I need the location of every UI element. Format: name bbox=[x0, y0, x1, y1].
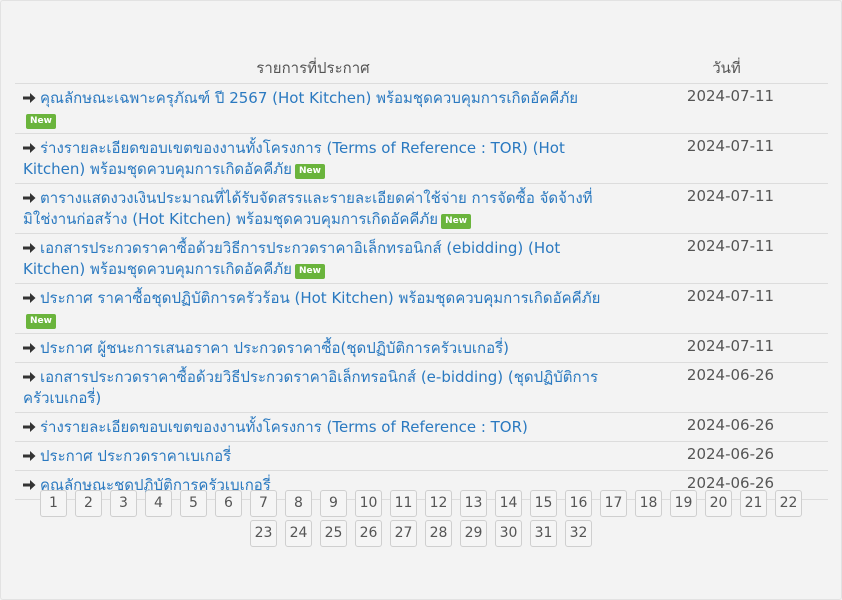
page-button[interactable]: 24 bbox=[285, 520, 312, 547]
announcement-title: ตารางแสดงวงเงินประมาณที่ได้รับจัดสรรและร… bbox=[23, 189, 593, 228]
page-button[interactable]: 5 bbox=[180, 490, 207, 517]
announcement-title: ร่างรายละเอียดขอบเขตของงานทั้งโครงการ (T… bbox=[40, 418, 528, 436]
new-badge: New bbox=[294, 164, 325, 179]
announcement-link[interactable]: ประกาศ ประกวดราคาเบเกอรี่ bbox=[23, 447, 231, 465]
page-button[interactable]: 27 bbox=[390, 520, 417, 547]
arrow-right-icon bbox=[23, 93, 36, 103]
announcement-title: ประกาศ ประกวดราคาเบเกอรี่ bbox=[40, 447, 232, 465]
row-date: 2024-06-26 bbox=[611, 441, 828, 471]
table-row: ตารางแสดงวงเงินประมาณที่ได้รับจัดสรรและร… bbox=[15, 183, 828, 234]
pagination: 1 2 3 4 5 6 7 8 9 10 11 12 13 14 15 16 17 18 19 20 21 2223 24 2… bbox=[21, 490, 821, 550]
arrow-right-icon bbox=[23, 422, 36, 432]
row-title-cell: เอกสารประกวดราคาซื้อด้วยวิธีประกวดราคาอิ… bbox=[15, 362, 611, 413]
page-button[interactable]: 14 bbox=[495, 490, 522, 517]
page-button[interactable]: 25 bbox=[320, 520, 347, 547]
page-button[interactable]: 12 bbox=[425, 490, 452, 517]
announcement-link[interactable]: เอกสารประกวดราคาซื้อด้วยวิธีการประกวดราค… bbox=[23, 239, 560, 278]
table-row: คุณลักษณะเฉพาะครุภัณฑ์ ปี 2567 (Hot Kitc… bbox=[15, 83, 828, 134]
page-button[interactable]: 11 bbox=[390, 490, 417, 517]
row-title-cell: ร่างรายละเอียดขอบเขตของงานทั้งโครงการ (T… bbox=[15, 412, 611, 442]
content-panel: รายการที่ประกาศ วันที่ คุณลักษณะเฉพาะครุ… bbox=[0, 0, 842, 600]
page-button[interactable]: 28 bbox=[425, 520, 452, 547]
row-date: 2024-07-11 bbox=[611, 133, 828, 184]
announcement-link[interactable]: ประกาศ ผู้ชนะการเสนอราคา ประกวดราคาซื้อ(… bbox=[23, 339, 509, 357]
page-button[interactable]: 2 bbox=[75, 490, 102, 517]
arrow-right-icon bbox=[23, 372, 36, 382]
page-button[interactable]: 6 bbox=[215, 490, 242, 517]
header-title-column: รายการที่ประกาศ bbox=[15, 53, 611, 84]
table-row: ประกาศ ผู้ชนะการเสนอราคา ประกวดราคาซื้อ(… bbox=[15, 333, 828, 363]
announcement-link[interactable]: คุณลักษณะเฉพาะครุภัณฑ์ ปี 2567 (Hot Kitc… bbox=[23, 89, 578, 107]
new-badge: New bbox=[26, 314, 56, 329]
announcement-link[interactable]: ตารางแสดงวงเงินประมาณที่ได้รับจัดสรรและร… bbox=[23, 189, 593, 228]
new-badge: New bbox=[26, 114, 56, 129]
new-badge: New bbox=[294, 264, 325, 279]
row-date: 2024-06-26 bbox=[611, 362, 828, 413]
page-button[interactable]: 26 bbox=[355, 520, 382, 547]
announcement-title: ร่างรายละเอียดขอบเขตของงานทั้งโครงการ (T… bbox=[23, 139, 565, 178]
page-button[interactable]: 17 bbox=[600, 490, 627, 517]
announcement-title: ประกาศ ราคาซื้อชุดปฏิบัติการครัวร้อน (Ho… bbox=[40, 289, 601, 307]
page-button[interactable]: 8 bbox=[285, 490, 312, 517]
page-button[interactable]: 22 bbox=[775, 490, 802, 517]
arrow-right-icon bbox=[23, 293, 36, 303]
announcement-list: คุณลักษณะเฉพาะครุภัณฑ์ ปี 2567 (Hot Kitc… bbox=[15, 83, 828, 500]
page-button[interactable]: 3 bbox=[110, 490, 137, 517]
page-button[interactable]: 30 bbox=[495, 520, 522, 547]
page-button[interactable]: 21 bbox=[740, 490, 767, 517]
row-title-cell: ประกาศ ประกวดราคาเบเกอรี่ bbox=[15, 441, 611, 471]
table-row: ร่างรายละเอียดขอบเขตของงานทั้งโครงการ (T… bbox=[15, 412, 828, 442]
arrow-right-icon bbox=[23, 143, 36, 153]
page-button[interactable]: 15 bbox=[530, 490, 557, 517]
page-button[interactable]: 16 bbox=[565, 490, 592, 517]
arrow-right-icon bbox=[23, 451, 36, 461]
header-date-column: วันที่ bbox=[611, 53, 828, 84]
announcement-link[interactable]: ร่างรายละเอียดขอบเขตของงานทั้งโครงการ (T… bbox=[23, 139, 565, 178]
row-title-cell: ประกาศ ราคาซื้อชุดปฏิบัติการครัวร้อน (Ho… bbox=[15, 283, 611, 334]
row-date: 2024-07-11 bbox=[611, 333, 828, 363]
table-row: ประกาศ ราคาซื้อชุดปฏิบัติการครัวร้อน (Ho… bbox=[15, 283, 828, 334]
row-title-cell: ตารางแสดงวงเงินประมาณที่ได้รับจัดสรรและร… bbox=[15, 183, 611, 234]
table-header-row: รายการที่ประกาศ วันที่ bbox=[15, 53, 828, 84]
row-date: 2024-07-11 bbox=[611, 83, 828, 134]
arrow-right-icon bbox=[23, 243, 36, 253]
row-date: 2024-07-11 bbox=[611, 183, 828, 234]
page-button[interactable]: 31 bbox=[530, 520, 557, 547]
row-title-cell: ประกาศ ผู้ชนะการเสนอราคา ประกวดราคาซื้อ(… bbox=[15, 333, 611, 363]
arrow-right-icon bbox=[23, 193, 36, 203]
page-button[interactable]: 20 bbox=[705, 490, 732, 517]
announcement-link[interactable]: เอกสารประกวดราคาซื้อด้วยวิธีประกวดราคาอิ… bbox=[23, 368, 598, 407]
announcement-title: คุณลักษณะเฉพาะครุภัณฑ์ ปี 2567 (Hot Kitc… bbox=[40, 89, 579, 107]
row-date: 2024-07-11 bbox=[611, 233, 828, 284]
page-button[interactable]: 32 bbox=[565, 520, 592, 547]
table-row: ประกาศ ประกวดราคาเบเกอรี่ 2024-06-26 bbox=[15, 441, 828, 471]
page-button[interactable]: 13 bbox=[460, 490, 487, 517]
row-title-cell: ร่างรายละเอียดขอบเขตของงานทั้งโครงการ (T… bbox=[15, 133, 611, 184]
page-button[interactable]: 18 bbox=[635, 490, 662, 517]
page-button[interactable]: 19 bbox=[670, 490, 697, 517]
page-button[interactable]: 10 bbox=[355, 490, 382, 517]
announcement-title: เอกสารประกวดราคาซื้อด้วยวิธีประกวดราคาอิ… bbox=[23, 368, 599, 407]
announcement-title: เอกสารประกวดราคาซื้อด้วยวิธีการประกวดราค… bbox=[23, 239, 561, 278]
table-row: ร่างรายละเอียดขอบเขตของงานทั้งโครงการ (T… bbox=[15, 133, 828, 184]
new-badge: New bbox=[441, 214, 472, 229]
page-button[interactable]: 9 bbox=[320, 490, 347, 517]
page-button[interactable]: 1 bbox=[40, 490, 67, 517]
row-date: 2024-07-11 bbox=[611, 283, 828, 334]
table-row: เอกสารประกวดราคาซื้อด้วยวิธีการประกวดราค… bbox=[15, 233, 828, 284]
page-button[interactable]: 4 bbox=[145, 490, 172, 517]
announcement-table: รายการที่ประกาศ วันที่ คุณลักษณะเฉพาะครุ… bbox=[15, 53, 828, 500]
arrow-right-icon bbox=[23, 343, 36, 353]
page-button[interactable]: 23 bbox=[250, 520, 277, 547]
row-title-cell: เอกสารประกวดราคาซื้อด้วยวิธีการประกวดราค… bbox=[15, 233, 611, 284]
announcement-title: ประกาศ ผู้ชนะการเสนอราคา ประกวดราคาซื้อ(… bbox=[40, 339, 510, 357]
page-button[interactable]: 29 bbox=[460, 520, 487, 547]
table-row: เอกสารประกวดราคาซื้อด้วยวิธีประกวดราคาอิ… bbox=[15, 362, 828, 413]
page-button[interactable]: 7 bbox=[250, 490, 277, 517]
announcement-link[interactable]: ร่างรายละเอียดขอบเขตของงานทั้งโครงการ (T… bbox=[23, 418, 528, 436]
row-title-cell: คุณลักษณะเฉพาะครุภัณฑ์ ปี 2567 (Hot Kitc… bbox=[15, 83, 611, 134]
announcement-link[interactable]: ประกาศ ราคาซื้อชุดปฏิบัติการครัวร้อน (Ho… bbox=[23, 289, 600, 307]
row-date: 2024-06-26 bbox=[611, 412, 828, 442]
